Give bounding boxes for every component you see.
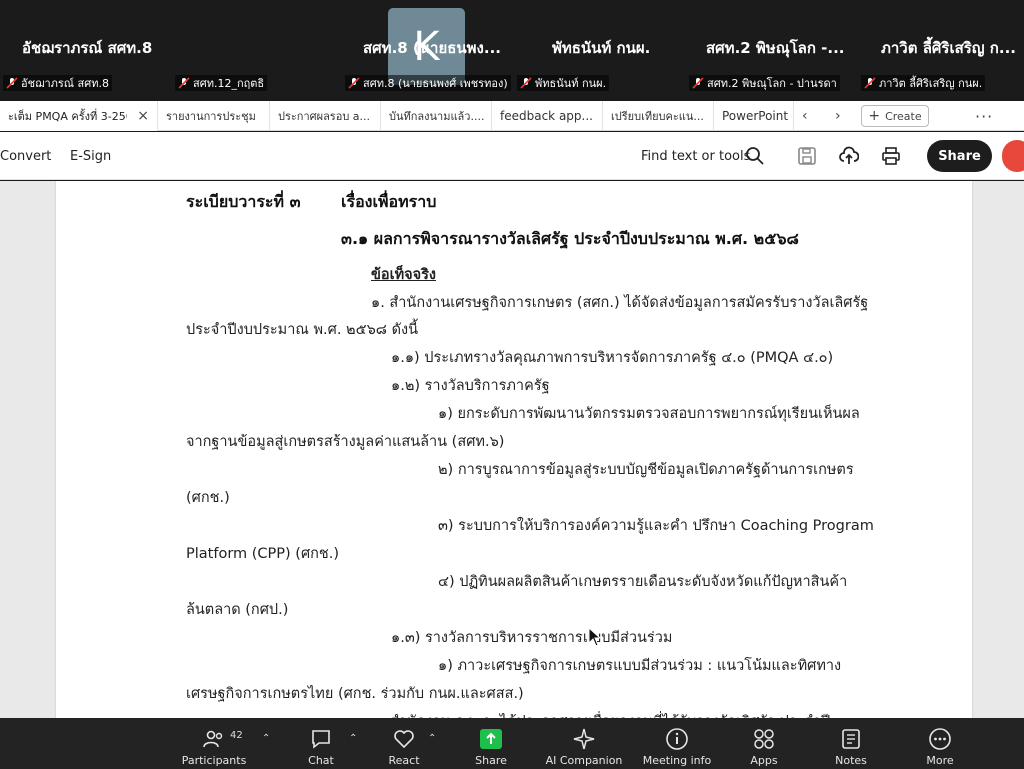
more-options-icon[interactable]: ···	[975, 107, 993, 126]
chevron-left-icon[interactable]: ‹	[802, 108, 808, 124]
paragraph: ประจำปีงบประมาณ พ.ศ. ๒๕๖๘ ดังนี้	[186, 322, 418, 338]
list-item: จากฐานข้อมูลสู่เกษตรสร้างมูลค่าแสนล้าน (…	[186, 434, 505, 450]
section-heading: ๓.๑ ผลการพิจารณารางวัลเลิศรัฐ ประจำปีงบป…	[341, 229, 799, 248]
participant-label: สศท.12_กฤตธิ	[175, 75, 268, 91]
participant-tile[interactable]: K สศท.12_กฤตธิ	[170, 0, 465, 96]
participant-label: สศท.8 (นายธนพงศ์ เพชรทอง)	[345, 75, 511, 91]
meeting-info-button[interactable]: Meeting info	[637, 718, 717, 769]
list-item: ๑) ยกระดับการพัฒนานวัตกรรมตรวจสอบการพยาก…	[438, 406, 860, 422]
tab-announcement[interactable]: ประกาศผลรอบ a...	[270, 101, 381, 131]
cloud-upload-icon[interactable]	[839, 146, 859, 166]
participant-name: ภาวิต ลี้ศิริเสริญ ก...	[881, 39, 1016, 57]
tab-meeting-report[interactable]: รายงานการประชุม	[158, 101, 270, 131]
share-screen-button[interactable]: Share	[451, 718, 531, 769]
mic-muted-icon	[178, 77, 190, 89]
participant-label: พัทธนันท์ กนผ.	[517, 75, 610, 91]
meeting-controls: Participants 42 ⌃ Chat ⌃ React ⌃ Share A…	[0, 718, 1024, 769]
participant-count: 42	[230, 730, 243, 741]
esign-button[interactable]: E-Sign	[70, 149, 111, 164]
facts-heading: ข้อเท็จจริง	[371, 267, 436, 283]
participant-tile[interactable]: สศท.2 พิษณุโลก -... สศท.2 พิษณุโลก - ปาน…	[689, 0, 861, 96]
participant-name: พัทธนันท์ กนผ.	[552, 39, 651, 57]
heart-icon	[394, 730, 414, 749]
list-item: Platform (CPP) (ศกช.)	[186, 546, 340, 562]
info-icon	[666, 728, 688, 750]
list-item: ๑.๒) รางวัลบริการภาครัฐ	[391, 378, 550, 394]
comment-button[interactable]	[1002, 140, 1024, 172]
pdf-page: ระเบียบวาระที่ ๓ เรื่องเพื่อทราบ ๓.๑ ผลก…	[56, 181, 972, 718]
list-item: ล้นตลาด (กศป.)	[186, 602, 289, 618]
participant-name: อัชฌราภรณ์ สศท.8	[22, 39, 153, 57]
participants-button[interactable]: Participants	[174, 718, 254, 769]
participant-tile[interactable]: พัทธนันท์ กนผ. พัทธนันท์ กนผ.	[517, 0, 689, 96]
more-icon	[929, 728, 951, 750]
chevron-right-icon[interactable]: ›	[835, 108, 841, 124]
participant-name: สศท.8 (นายธนพง...	[363, 39, 501, 57]
share-screen-icon	[480, 729, 502, 749]
apps-icon	[754, 729, 774, 749]
mic-muted-icon	[6, 77, 18, 89]
pdf-toolbar: Convert E-Sign Find text or tools	[0, 132, 1024, 180]
plus-icon: +	[868, 108, 881, 124]
list-item: ๓) ระบบการให้บริการองค์ความรู้และคำ ปรึก…	[438, 518, 874, 534]
share-button[interactable]: Share	[927, 140, 992, 172]
document-viewer[interactable]: ระเบียบวาระที่ ๓ เรื่องเพื่อทราบ ๓.๑ ผลก…	[0, 181, 1024, 718]
agenda-title: เรื่องเพื่อทราบ	[341, 192, 437, 211]
chevron-up-icon[interactable]: ⌃	[428, 733, 436, 744]
paragraph: ๒. สำนักงาน ก.พ.ร. ได้ประกาศรายชื่อผลงาน…	[371, 710, 830, 718]
agenda-number: ระเบียบวาระที่ ๓	[186, 192, 301, 211]
mic-muted-icon	[520, 77, 532, 89]
list-item: ๑) ภาวะเศรษฐกิจการเกษตรแบบมีส่วนร่วม : แ…	[438, 658, 842, 674]
print-icon[interactable]	[881, 146, 901, 166]
tab-score-compare[interactable]: เปรียบเทียบคะแน...	[603, 101, 714, 131]
sparkle-icon	[573, 728, 595, 750]
search-icon[interactable]	[745, 146, 765, 166]
participant-tile[interactable]: ภาวิต ลี้ศิริเสริญ ก... ภาวิต ลี้ศิริเสร…	[861, 0, 1024, 96]
list-item: (ศกช.)	[186, 490, 230, 506]
close-icon[interactable]: ×	[137, 108, 149, 124]
tab-pmqa[interactable]: ะเต็ม PMQA ครั้งที่ 3-256... ×	[0, 101, 158, 131]
participant-name: สศท.2 พิษณุโลก -...	[706, 39, 845, 57]
list-item: ๑.๓) รางวัลการบริหารราชการแบบมีส่วนร่วม	[391, 630, 673, 646]
ai-companion-button[interactable]: AI Companion	[544, 718, 624, 769]
list-item: เศรษฐกิจการเกษตรไทย (ศกช. ร่วมกับ กนผ.แล…	[186, 686, 524, 702]
participant-label: ภาวิต ลี้ศิริเสริญ กนผ.	[861, 75, 986, 91]
participant-label: สศท.2 พิษณุโลก - ปานรดา	[689, 75, 840, 91]
mic-muted-icon	[348, 77, 360, 89]
mic-muted-icon	[692, 77, 704, 89]
list-item: ๑.๑) ประเภทรางวัลคุณภาพการบริหารจัดการภา…	[391, 350, 834, 366]
chevron-up-icon[interactable]: ⌃	[349, 733, 357, 744]
chat-icon	[312, 730, 330, 749]
list-item: ๒) การบูรณาการข้อมูลสู่ระบบบัญชีข้อมูลเป…	[438, 462, 854, 478]
participant-strip: อัชฌราภรณ์ สศท.8 อัชฌาภรณ์ สศท.8 K สศท.1…	[0, 0, 1024, 96]
save-icon[interactable]	[797, 146, 817, 166]
paragraph: ๑. สำนักงานเศรษฐกิจการเกษตร (สศก.) ได้จั…	[371, 295, 869, 311]
participant-tile[interactable]: สศท.8 (นายธนพง... สศท.8 (นายธนพงศ์ เพชรท…	[345, 0, 517, 96]
mic-muted-icon	[864, 77, 876, 89]
participant-label: อัชฌาภรณ์ สศท.8	[3, 75, 112, 91]
chevron-up-icon[interactable]: ⌃	[262, 733, 270, 744]
list-item: ๔) ปฏิทินผลผลิตสินค้าเกษตรรายเดือนระดับจ…	[438, 574, 848, 590]
convert-button[interactable]: Convert	[0, 149, 51, 164]
create-button[interactable]: + Create	[861, 105, 929, 127]
find-tools-button[interactable]: Find text or tools	[641, 149, 750, 164]
participant-tile[interactable]: อัชฌราภรณ์ สศท.8 อัชฌาภรณ์ สศท.8	[0, 0, 165, 96]
tab-feedback[interactable]: feedback app...	[492, 101, 603, 131]
participants-icon	[203, 730, 223, 748]
mouse-cursor-icon	[588, 627, 602, 647]
more-button[interactable]: More	[900, 718, 980, 769]
notes-button[interactable]: Notes	[811, 718, 891, 769]
tab-signed-memo[interactable]: บันทึกลงนามแล้ว....	[381, 101, 492, 131]
apps-button[interactable]: Apps	[724, 718, 804, 769]
tab-powerpoint[interactable]: PowerPoint	[714, 101, 794, 131]
notes-icon	[842, 729, 860, 749]
